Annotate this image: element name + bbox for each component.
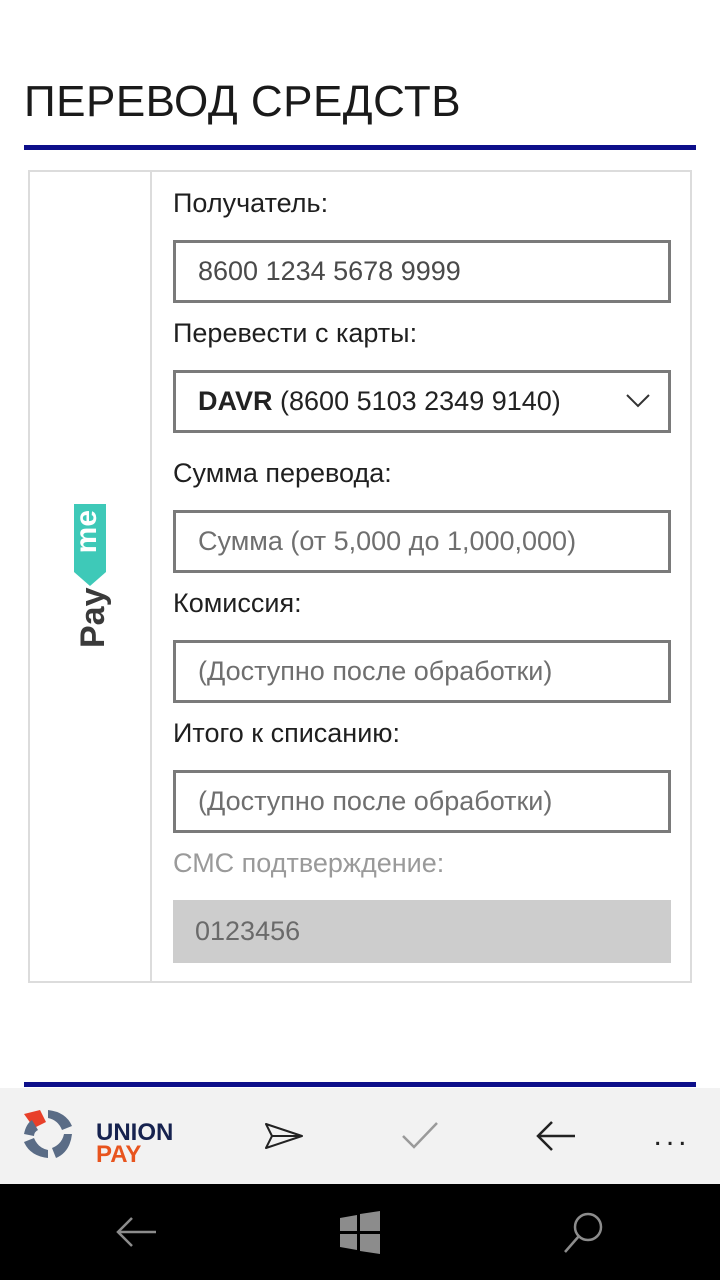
page-title: ПЕРЕВОД СРЕДСТВ [24, 77, 462, 126]
windows-icon [340, 1211, 380, 1254]
unionpay-logo: UNION PAY [18, 1104, 188, 1168]
payme-logo: me Pay [70, 504, 112, 648]
transfer-card: me Pay Получатель: 8600 1234 5678 9999 П… [28, 170, 692, 983]
accept-button[interactable] [396, 1112, 444, 1160]
commission-field: (Доступно после обработки) [173, 640, 671, 703]
chevron-down-icon [626, 394, 650, 408]
sms-field: 0123456 [173, 900, 671, 963]
total-label: Итого к списанию: [173, 718, 401, 748]
card-bank-name: DAVR [198, 386, 273, 416]
back-button[interactable] [532, 1112, 580, 1160]
card-brand-panel: me Pay [30, 172, 152, 981]
commission-label: Комиссия: [173, 588, 302, 618]
search-icon [564, 1212, 603, 1253]
send-icon [265, 1123, 303, 1149]
send-button[interactable] [260, 1112, 308, 1160]
more-dots-icon: ... [653, 1119, 691, 1152]
card-number: (8600 5103 2349 9140) [280, 386, 561, 416]
title-divider [24, 145, 696, 150]
from-card-label: Перевести с карты: [173, 318, 418, 348]
nav-start-button[interactable] [336, 1208, 384, 1256]
unionpay-logo-line2: PAY [96, 1141, 142, 1168]
payme-me-text: me [70, 510, 103, 553]
amount-label: Сумма перевода: [173, 458, 392, 488]
bottom-divider [24, 1082, 696, 1087]
app-bar: UNION PAY ... [0, 1088, 720, 1184]
nav-back-button[interactable] [112, 1208, 160, 1256]
payme-pay-text: Pay [74, 587, 112, 648]
from-card-select[interactable]: DAVR (8600 5103 2349 9140) [173, 370, 671, 433]
checkmark-icon [402, 1122, 438, 1149]
total-field: (Доступно после обработки) [173, 770, 671, 833]
back-icon [116, 1217, 156, 1247]
more-button[interactable]: ... [648, 1112, 696, 1160]
nav-search-button[interactable] [560, 1208, 608, 1256]
sms-label: СМС подтверждение: [173, 848, 445, 878]
recipient-field[interactable]: 8600 1234 5678 9999 [173, 240, 671, 303]
unionpay-mark-icon [24, 1110, 72, 1158]
recipient-label: Получатель: [173, 188, 329, 218]
back-arrow-icon [536, 1121, 575, 1151]
system-nav-bar [0, 1184, 720, 1280]
amount-field[interactable]: Сумма (от 5,000 до 1,000,000) [173, 510, 671, 573]
